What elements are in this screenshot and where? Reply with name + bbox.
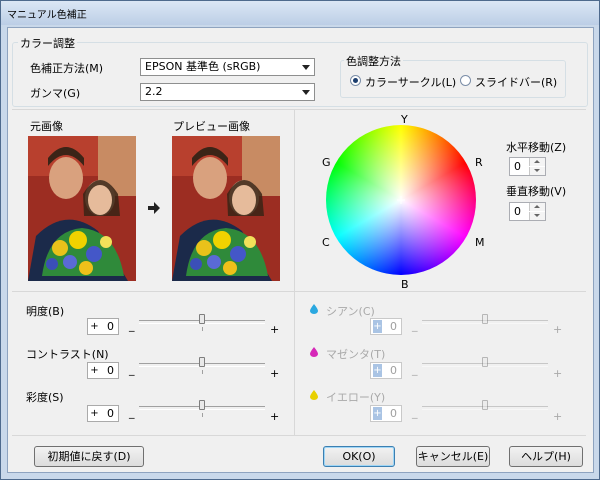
vertical-move-spinner[interactable]: 0 — [509, 202, 546, 221]
slider-center-tick — [202, 413, 203, 417]
cyan-min-mark: _ — [412, 319, 418, 332]
wheel-label-b: B — [401, 278, 409, 291]
contrast-slider-thumb[interactable] — [199, 357, 205, 367]
color-adjust-group-title: カラー調整 — [18, 35, 77, 51]
slider-center-tick — [202, 370, 203, 374]
spinner-up-icon[interactable] — [529, 203, 545, 211]
separator — [294, 110, 295, 435]
yellow-label: イエロー(Y) — [326, 391, 386, 404]
yellow-drop-icon — [310, 390, 318, 400]
separator — [12, 435, 586, 436]
title-bar: マニュアル色補正 — [1, 1, 599, 25]
radio-slide-bar[interactable] — [460, 75, 471, 86]
gamma-select-value: 2.2 — [145, 85, 163, 98]
gamma-select[interactable]: 2.2 — [140, 83, 315, 101]
horizontal-move-label: 水平移動(Z) — [506, 141, 567, 154]
method-select-value: EPSON 基準色 (sRGB) — [145, 60, 261, 73]
help-button[interactable]: ヘルプ(H) — [509, 446, 583, 467]
separator — [12, 109, 586, 110]
saturation-min-mark: _ — [129, 406, 135, 419]
preview-image-label: プレビュー画像 — [173, 120, 250, 133]
saturation-value: 0 — [107, 407, 114, 420]
brightness-value: 0 — [107, 320, 114, 333]
preview-image — [172, 136, 280, 281]
contrast-max-mark: + — [270, 367, 280, 380]
saturation-value-box[interactable]: + 0 — [87, 405, 119, 422]
horizontal-move-value: 0 — [514, 160, 521, 173]
window-title: マニュアル色補正 — [7, 10, 87, 21]
radio-color-circle-label[interactable]: カラーサークル(L) — [365, 74, 456, 90]
magenta-max-mark: + — [553, 367, 563, 380]
yellow-slider-thumb — [482, 400, 488, 410]
wheel-label-r: R — [475, 156, 483, 169]
original-image — [28, 136, 136, 281]
separator — [12, 291, 586, 292]
radio-color-circle[interactable] — [350, 75, 361, 86]
dialog-window: マニュアル色補正 カラー調整 色補正方法(M) EPSON 基準色 (sRGB)… — [0, 0, 600, 480]
original-image-label: 元画像 — [30, 120, 63, 133]
dialog-body: カラー調整 色補正方法(M) EPSON 基準色 (sRGB) ガンマ(G) 2… — [7, 27, 594, 473]
cyan-sign: + — [373, 320, 382, 333]
cyan-value: 0 — [390, 320, 397, 333]
magenta-min-mark: _ — [412, 363, 418, 376]
magenta-sign: + — [373, 364, 382, 377]
contrast-min-mark: _ — [129, 363, 135, 376]
wheel-label-m: M — [475, 236, 485, 249]
saturation-sign: + — [90, 408, 99, 419]
yellow-sign: + — [373, 407, 382, 420]
reset-defaults-button[interactable]: 初期値に戻す(D) — [34, 446, 144, 467]
vertical-move-label: 垂直移動(V) — [506, 185, 567, 198]
brightness-min-mark: _ — [129, 319, 135, 332]
spinner-up-icon[interactable] — [529, 158, 545, 166]
yellow-value: 0 — [390, 407, 397, 420]
wheel-crosshair-icon[interactable] — [397, 196, 405, 204]
wheel-label-c: C — [322, 236, 330, 249]
saturation-label: 彩度(S) — [26, 391, 64, 404]
brightness-max-mark: + — [270, 323, 280, 336]
magenta-value-box: + 0 — [370, 362, 402, 379]
saturation-slider-thumb[interactable] — [199, 400, 205, 410]
chevron-down-icon — [302, 65, 310, 70]
method-select[interactable]: EPSON 基準色 (sRGB) — [140, 58, 315, 76]
slider-center-tick — [202, 327, 203, 331]
method-label: 色補正方法(M) — [30, 62, 104, 75]
horizontal-move-spinner[interactable]: 0 — [509, 157, 546, 176]
brightness-sign: + — [90, 321, 99, 332]
magenta-drop-icon — [310, 347, 318, 357]
brightness-label: 明度(B) — [26, 305, 65, 318]
cyan-drop-icon — [310, 304, 318, 314]
contrast-sign: + — [90, 365, 99, 376]
color-wheel[interactable] — [326, 125, 476, 275]
cyan-label: シアン(C) — [326, 305, 375, 318]
arrow-right-icon — [148, 202, 160, 214]
yellow-value-box: + 0 — [370, 405, 402, 422]
adjust-mode-group-title: 色調整方法 — [344, 53, 403, 69]
saturation-max-mark: + — [270, 410, 280, 423]
yellow-min-mark: _ — [412, 406, 418, 419]
spinner-down-icon[interactable] — [529, 167, 545, 175]
yellow-max-mark: + — [553, 410, 563, 423]
brightness-slider-thumb[interactable] — [199, 314, 205, 324]
contrast-value-box[interactable]: + 0 — [87, 362, 119, 379]
cyan-max-mark: + — [553, 323, 563, 336]
spinner-down-icon[interactable] — [529, 212, 545, 220]
ok-button[interactable]: OK(O) — [323, 446, 395, 467]
gamma-label: ガンマ(G) — [30, 87, 81, 100]
brightness-value-box[interactable]: + 0 — [87, 318, 119, 335]
contrast-label: コントラスト(N) — [26, 348, 109, 361]
cancel-button[interactable]: キャンセル(E) — [416, 446, 490, 467]
wheel-label-g: G — [322, 156, 331, 169]
contrast-value: 0 — [107, 364, 114, 377]
chevron-down-icon — [302, 90, 310, 95]
magenta-value: 0 — [390, 364, 397, 377]
magenta-label: マゼンタ(T) — [326, 348, 386, 361]
vertical-move-value: 0 — [514, 205, 521, 218]
radio-slide-bar-label[interactable]: スライドバー(R) — [475, 74, 557, 90]
cyan-slider-thumb — [482, 314, 488, 324]
magenta-slider-thumb — [482, 357, 488, 367]
cyan-value-box: + 0 — [370, 318, 402, 335]
